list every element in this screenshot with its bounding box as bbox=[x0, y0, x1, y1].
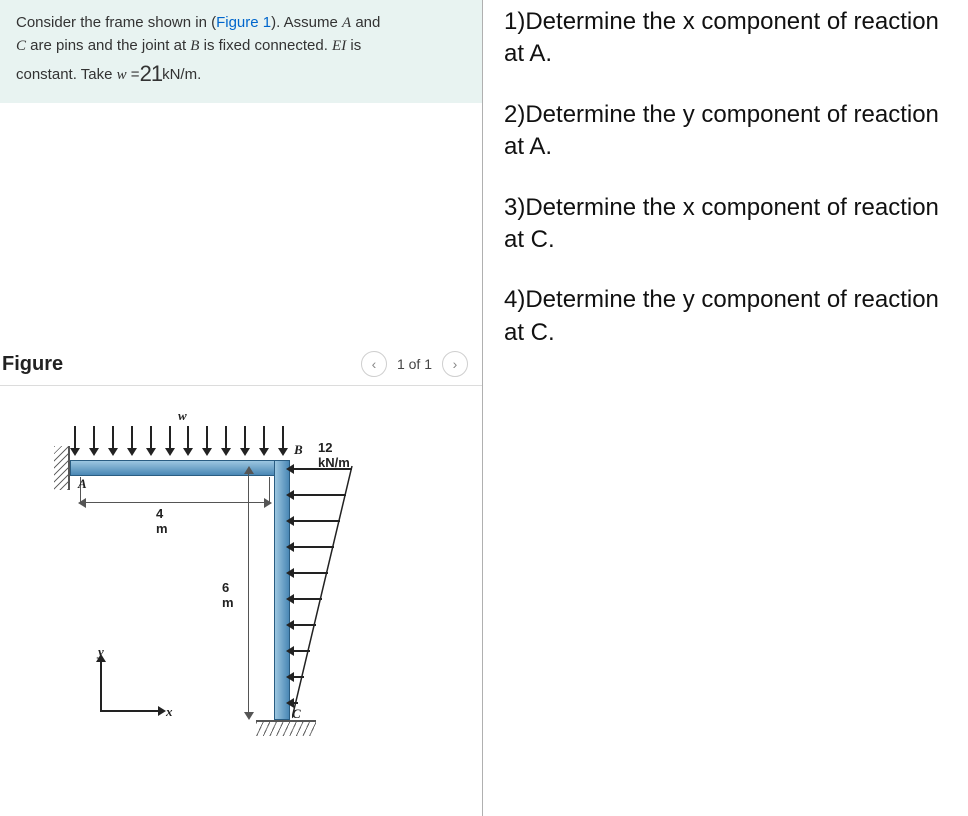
problem-statement: Consider the frame shown in (Figure 1). … bbox=[0, 0, 482, 103]
label-C: C bbox=[292, 706, 301, 722]
label-w: w bbox=[178, 408, 187, 424]
ground-C bbox=[256, 720, 316, 738]
left-pane: Consider the frame shown in (Figure 1). … bbox=[0, 0, 482, 816]
question-4: 4)Determine the y component of reaction … bbox=[504, 284, 950, 349]
figure-header: Figure ‹ 1 of 1 › bbox=[0, 351, 482, 386]
axis-y-label: y bbox=[98, 644, 104, 660]
text: ). Assume bbox=[271, 14, 342, 31]
pager-next-button[interactable]: › bbox=[442, 351, 468, 377]
label-12kNm: 12 kN/m bbox=[318, 440, 350, 470]
label-B: B bbox=[294, 442, 303, 458]
text: constant. Take bbox=[16, 66, 117, 83]
dot: . bbox=[197, 66, 201, 83]
axis-x-label: x bbox=[166, 704, 173, 720]
label-6m: 6 m bbox=[222, 580, 234, 610]
text: Consider the frame shown in ( bbox=[16, 14, 216, 31]
dimension-6m bbox=[248, 468, 262, 718]
pane-divider bbox=[482, 0, 483, 816]
question-3: 3)Determine the x component of reaction … bbox=[504, 192, 950, 257]
diagram: w B 12 kN/m A 4 m 6 m C y x bbox=[0, 410, 482, 770]
axis-indicator: y x bbox=[100, 660, 180, 720]
triangular-load-edge bbox=[292, 462, 362, 722]
chevron-left-icon: ‹ bbox=[372, 356, 377, 372]
chevron-right-icon: › bbox=[453, 356, 458, 372]
figure-title: Figure bbox=[2, 353, 63, 376]
figure-pager: ‹ 1 of 1 › bbox=[361, 351, 468, 377]
equals: = bbox=[127, 66, 140, 83]
label-A: A bbox=[78, 476, 87, 492]
var-A: A bbox=[342, 15, 351, 31]
label-4m: 4 m bbox=[156, 506, 168, 536]
right-pane: 1)Determine the x component of reaction … bbox=[482, 0, 968, 816]
pager-text: 1 of 1 bbox=[397, 356, 432, 372]
question-2: 2)Determine the y component of reaction … bbox=[504, 99, 950, 164]
dimension-4m bbox=[80, 502, 270, 516]
text: is fixed connected. bbox=[199, 37, 332, 54]
w-unit: kN/m bbox=[162, 66, 197, 83]
text: and bbox=[351, 14, 380, 31]
fixed-wall-A bbox=[54, 446, 70, 490]
text: are pins and the joint at bbox=[26, 37, 190, 54]
w-value: 21 bbox=[140, 61, 162, 86]
figure-link[interactable]: Figure 1 bbox=[216, 14, 271, 31]
distributed-load-w bbox=[74, 426, 284, 460]
text: is bbox=[346, 37, 361, 54]
question-1: 1)Determine the x component of reaction … bbox=[504, 6, 950, 71]
var-w: w bbox=[117, 67, 127, 83]
var-EI: EI bbox=[332, 38, 346, 54]
var-C: C bbox=[16, 38, 26, 54]
pager-prev-button[interactable]: ‹ bbox=[361, 351, 387, 377]
